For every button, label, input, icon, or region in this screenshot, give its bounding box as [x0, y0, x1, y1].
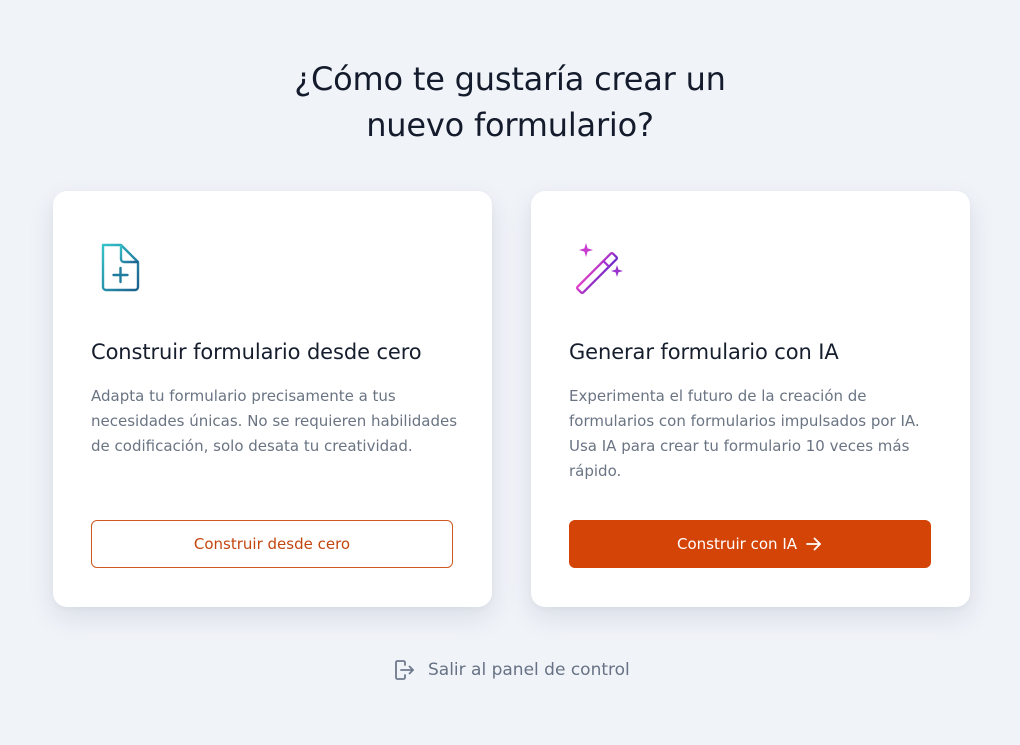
card-title-ai: Generar formulario con IA — [569, 340, 839, 364]
card-description-ai: Experimenta el futuro de la creación de … — [569, 387, 920, 480]
create-form-page: ¿Cómo te gustaría crear un nuevo formula… — [0, 0, 1020, 745]
page-title: ¿Cómo te gustaría crear un nuevo formula… — [0, 56, 1020, 148]
exit-to-dashboard-link[interactable]: Salir al panel de control — [393, 656, 630, 684]
card-description-scratch: Adapta tu formulario precisamente a tus … — [91, 387, 458, 455]
magic-wand-icon — [576, 243, 623, 294]
arrow-right-icon — [806, 537, 821, 551]
exit-icon — [395, 660, 414, 680]
generate-with-ai-card: Generar formulario con IA Experimenta el… — [531, 191, 970, 607]
page-title-line-1: ¿Cómo te gustaría crear un — [294, 60, 726, 98]
build-with-ai-button[interactable]: Construir con IA — [569, 520, 931, 568]
exit-to-dashboard-label: Salir al panel de control — [428, 660, 630, 680]
build-from-scratch-card: Construir formulario desde cero Adapta t… — [53, 191, 492, 607]
build-from-scratch-button[interactable]: Construir desde cero — [91, 520, 453, 568]
build-with-ai-button-label: Construir con IA — [676, 535, 797, 553]
card-title-scratch: Construir formulario desde cero — [91, 340, 422, 364]
document-plus-icon — [101, 243, 140, 292]
build-from-scratch-button-label: Construir desde cero — [193, 535, 351, 553]
page-title-line-2: nuevo formulario? — [366, 106, 654, 144]
